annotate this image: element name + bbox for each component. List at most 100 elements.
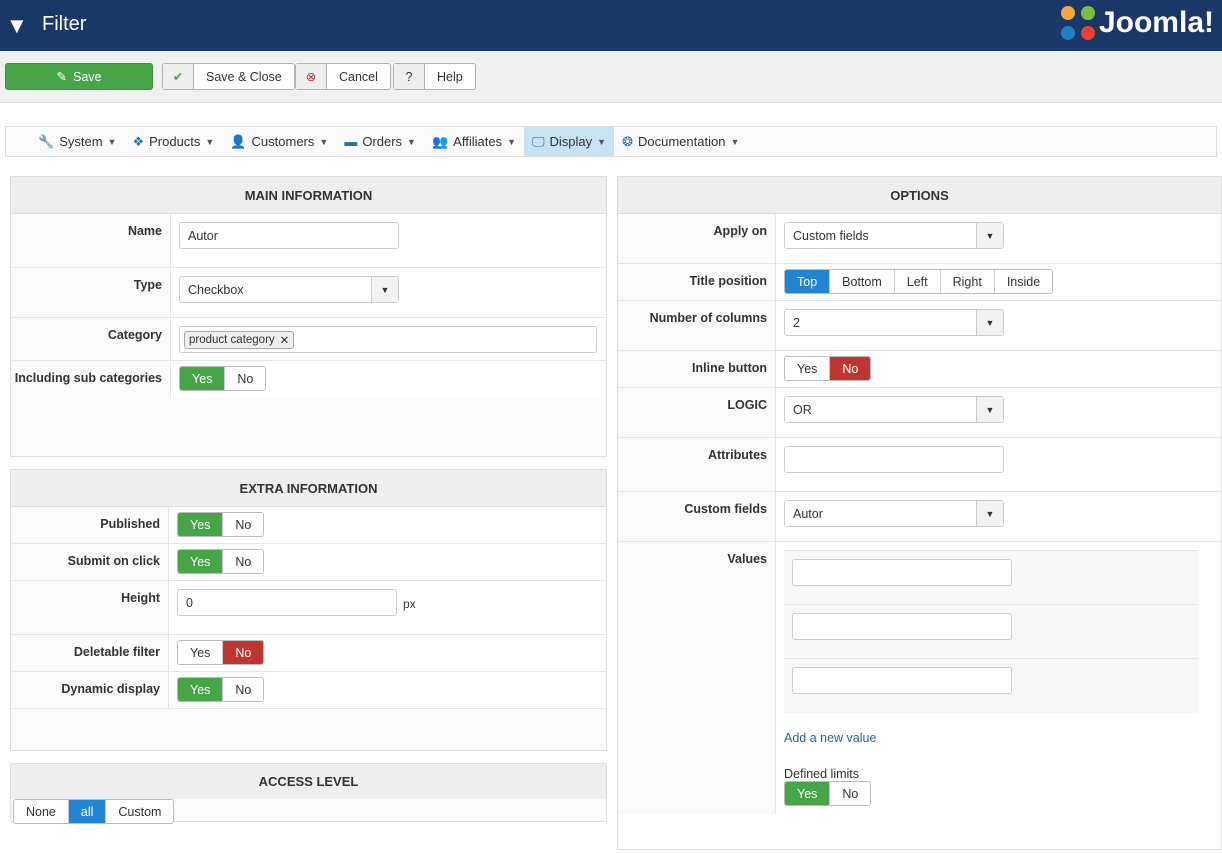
menu-label: Products — [149, 134, 201, 149]
menu-item-display[interactable]: 🖵 Display ▼ — [523, 127, 615, 156]
attributes-input[interactable] — [784, 446, 1004, 473]
wrench-icon: 🔧 — [38, 133, 55, 149]
deletable-toggle[interactable]: Yes No — [177, 640, 265, 665]
menu-item-system[interactable]: 🔧 System ▼ — [30, 127, 124, 156]
value-input[interactable] — [792, 613, 1012, 640]
toolbar: ✎ Save ✔ Save & Close ⊗ Cancel ? Help — [0, 51, 1222, 103]
help-label: Help — [437, 69, 463, 84]
sub-categories-toggle[interactable]: Yes No — [179, 366, 267, 391]
inline-button-toggle[interactable]: Yes No — [784, 356, 872, 381]
users-icon: 👥 — [431, 133, 449, 149]
menu-item-customers[interactable]: 👤 Customers ▼ — [222, 127, 336, 156]
title-pos-inside[interactable]: Inside — [994, 270, 1053, 293]
menu-label: Display — [549, 134, 593, 149]
name-input[interactable]: Autor — [179, 222, 399, 249]
title-position-label: Title position — [689, 274, 767, 288]
save-button[interactable]: ✎ Save — [5, 63, 153, 90]
deletable-label: Deletable filter — [73, 645, 160, 659]
help-button[interactable]: ? Help — [393, 63, 476, 90]
submit-label: Submit on click — [67, 554, 160, 568]
menu-item-documentation[interactable]: ❂ Documentation ▼ — [614, 127, 747, 156]
height-label: Height — [121, 591, 160, 605]
type-label: Type — [133, 278, 162, 292]
value-input[interactable] — [792, 667, 1012, 694]
access-level-toggle[interactable]: None all Custom — [13, 799, 175, 824]
menu-item-products[interactable]: ❖ Products ▼ — [124, 127, 222, 156]
menu-item-affiliates[interactable]: 👥 Affiliates ▼ — [424, 127, 524, 156]
dynamic-toggle[interactable]: Yes No — [177, 677, 265, 702]
access-all[interactable]: all — [68, 800, 107, 823]
title-pos-bottom[interactable]: Bottom — [830, 270, 895, 293]
access-none[interactable]: None — [14, 800, 69, 823]
values-list — [784, 550, 1198, 713]
yes-option[interactable]: Yes — [178, 550, 224, 573]
logic-select[interactable]: OR ▼ — [784, 396, 1004, 423]
no-option[interactable]: No — [223, 550, 264, 573]
joomla-logo: Joomla! — [1060, 6, 1214, 40]
life-ring-icon: ❂ — [622, 133, 633, 149]
attributes-label: Attributes — [707, 448, 767, 462]
no-option[interactable]: No — [223, 678, 264, 701]
published-toggle[interactable]: Yes No — [177, 512, 265, 537]
cancel-button[interactable]: ⊗ Cancel — [295, 63, 391, 90]
add-value-link[interactable]: Add a new value — [784, 731, 1221, 745]
check-icon: ✔ — [163, 64, 194, 89]
type-select[interactable]: Checkbox ▼ — [179, 276, 399, 303]
yes-option[interactable]: Yes — [178, 513, 224, 536]
user-icon: 👤 — [230, 133, 247, 149]
defined-limits-label: Defined limits — [784, 767, 860, 781]
chevron-down-icon: ▼ — [976, 223, 1003, 248]
main-menu: 🔧 System ▼ ❖ Products ▼ 👤 Customers ▼ ▬ Orders ▼ 👥 Af… — [5, 126, 1217, 157]
caret-down-icon: ▼ — [205, 136, 215, 147]
no-option[interactable]: No — [223, 513, 264, 536]
custom-fields-value: Autor — [793, 506, 823, 521]
title-pos-left[interactable]: Left — [894, 270, 941, 293]
category-input[interactable]: product category ✕ — [179, 326, 597, 353]
height-input[interactable]: 0 — [177, 589, 397, 616]
title-position-toggle[interactable]: Top Bottom Left Right Inside — [784, 269, 1054, 294]
title-pos-top[interactable]: Top — [785, 270, 831, 293]
yes-option[interactable]: Yes — [785, 782, 831, 805]
type-value: Checkbox — [188, 282, 244, 297]
submit-toggle[interactable]: Yes No — [177, 549, 265, 574]
yes-option[interactable]: Yes — [178, 641, 224, 664]
defined-limits-toggle[interactable]: Yes No — [784, 781, 872, 806]
category-label: Category — [107, 328, 162, 342]
cancel-label: Cancel — [339, 69, 378, 84]
menu-item-orders[interactable]: ▬ Orders ▼ — [336, 127, 424, 156]
columns-value: 2 — [793, 315, 800, 330]
no-option[interactable]: No — [830, 357, 871, 380]
save-close-button[interactable]: ✔ Save & Close — [162, 63, 295, 90]
chevron-down-icon: ▼ — [371, 277, 398, 302]
custom-fields-label: Custom fields — [684, 502, 767, 516]
menu-label: System — [59, 134, 103, 149]
no-option[interactable]: No — [225, 367, 266, 390]
yes-option[interactable]: Yes — [180, 367, 226, 390]
menu-label: Orders — [362, 134, 403, 149]
custom-fields-select[interactable]: Autor ▼ — [784, 500, 1004, 527]
caret-down-icon: ▼ — [319, 136, 329, 147]
title-pos-right[interactable]: Right — [940, 270, 995, 293]
caret-down-icon: ▼ — [407, 136, 416, 147]
columns-select[interactable]: 2 ▼ — [784, 309, 1004, 336]
yes-option[interactable]: Yes — [785, 357, 831, 380]
chevron-down-icon: ▼ — [976, 397, 1003, 422]
cubes-icon: ❖ — [132, 133, 145, 149]
edit-icon: ✎ — [56, 70, 67, 84]
save-label: Save — [72, 69, 102, 84]
yes-option[interactable]: Yes — [178, 678, 224, 701]
menu-label: Documentation — [637, 134, 726, 149]
apply-on-select[interactable]: Custom fields ▼ — [784, 222, 1004, 249]
access-custom[interactable]: Custom — [106, 800, 174, 823]
filter-icon: ▼ — [6, 13, 28, 38]
options-panel: OPTIONS Apply on Custom fields ▼ Title pos… — [617, 176, 1222, 850]
no-option[interactable]: No — [830, 782, 871, 805]
value-input[interactable] — [792, 559, 1012, 586]
caret-down-icon: ▼ — [597, 136, 607, 147]
caret-down-icon: ▼ — [107, 136, 117, 147]
access-level-panel: ACCESS LEVEL None all Custom — [10, 763, 607, 824]
columns-label: Number of columns — [649, 311, 767, 325]
remove-tag-icon[interactable]: ✕ — [280, 333, 290, 347]
published-label: Published — [100, 517, 160, 531]
no-option[interactable]: No — [223, 641, 264, 664]
